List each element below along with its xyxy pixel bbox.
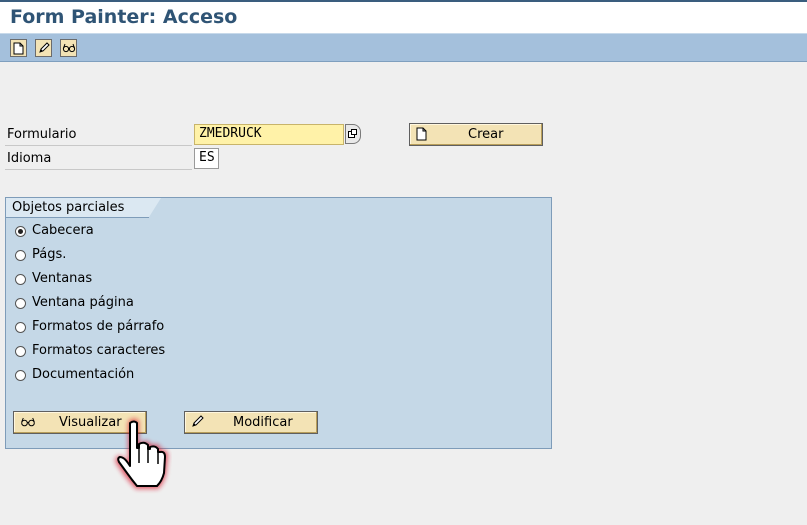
radio-formatos-caracteres[interactable] [15,346,26,357]
glasses-icon [62,43,75,53]
formulario-search-help-button[interactable] [345,124,361,144]
objetos-parciales-group: Objetos parciales Cabecera Págs. Ventana… [5,197,552,449]
change-toolbar-button[interactable] [35,39,52,57]
formulario-underline [5,145,192,146]
radio-ventanas[interactable] [15,274,26,285]
idioma-underline [5,169,192,170]
title-bar: Form Painter: Acceso [0,0,807,33]
group-title-tab: Objetos parciales [6,198,161,218]
radio-formatos-parrafo[interactable] [15,322,26,333]
radio-ventana-pagina[interactable] [15,298,26,309]
idioma-input[interactable]: ES [194,148,219,169]
crear-button[interactable]: Crear [409,123,543,146]
formulario-input[interactable]: ZMEDRUCK [194,124,344,145]
new-document-icon [13,42,24,54]
hand-pointer-cursor-icon [115,418,169,489]
radio-label-formatos-parrafo: Formatos de párrafo [32,319,165,334]
radio-label-ventana-pagina: Ventana página [32,295,134,310]
page-title: Form Painter: Acceso [10,6,238,28]
pencil-icon [192,415,204,427]
formulario-label: Formulario [7,127,77,142]
modificar-button[interactable]: Modificar [184,411,318,434]
radio-documentacion[interactable] [15,370,26,381]
create-toolbar-button[interactable] [10,39,27,57]
idioma-label: Idioma [7,151,52,166]
radio-label-documentacion: Documentación [32,367,135,382]
glasses-icon [21,417,35,427]
search-help-icon [348,129,357,138]
radio-label-cabecera: Cabecera [32,223,94,238]
modificar-button-label: Modificar [233,415,293,430]
new-document-icon [416,127,427,141]
application-toolbar [0,33,807,62]
group-title: Objetos parciales [12,200,125,215]
radio-label-pags: Págs. [32,247,67,262]
radio-label-ventanas: Ventanas [32,271,93,286]
radio-label-formatos-caracteres: Formatos caracteres [32,343,166,358]
pencil-icon [38,42,50,53]
crear-button-label: Crear [468,127,504,142]
radio-pags[interactable] [15,250,26,261]
display-toolbar-button[interactable] [60,39,77,57]
radio-cabecera[interactable] [15,226,26,237]
